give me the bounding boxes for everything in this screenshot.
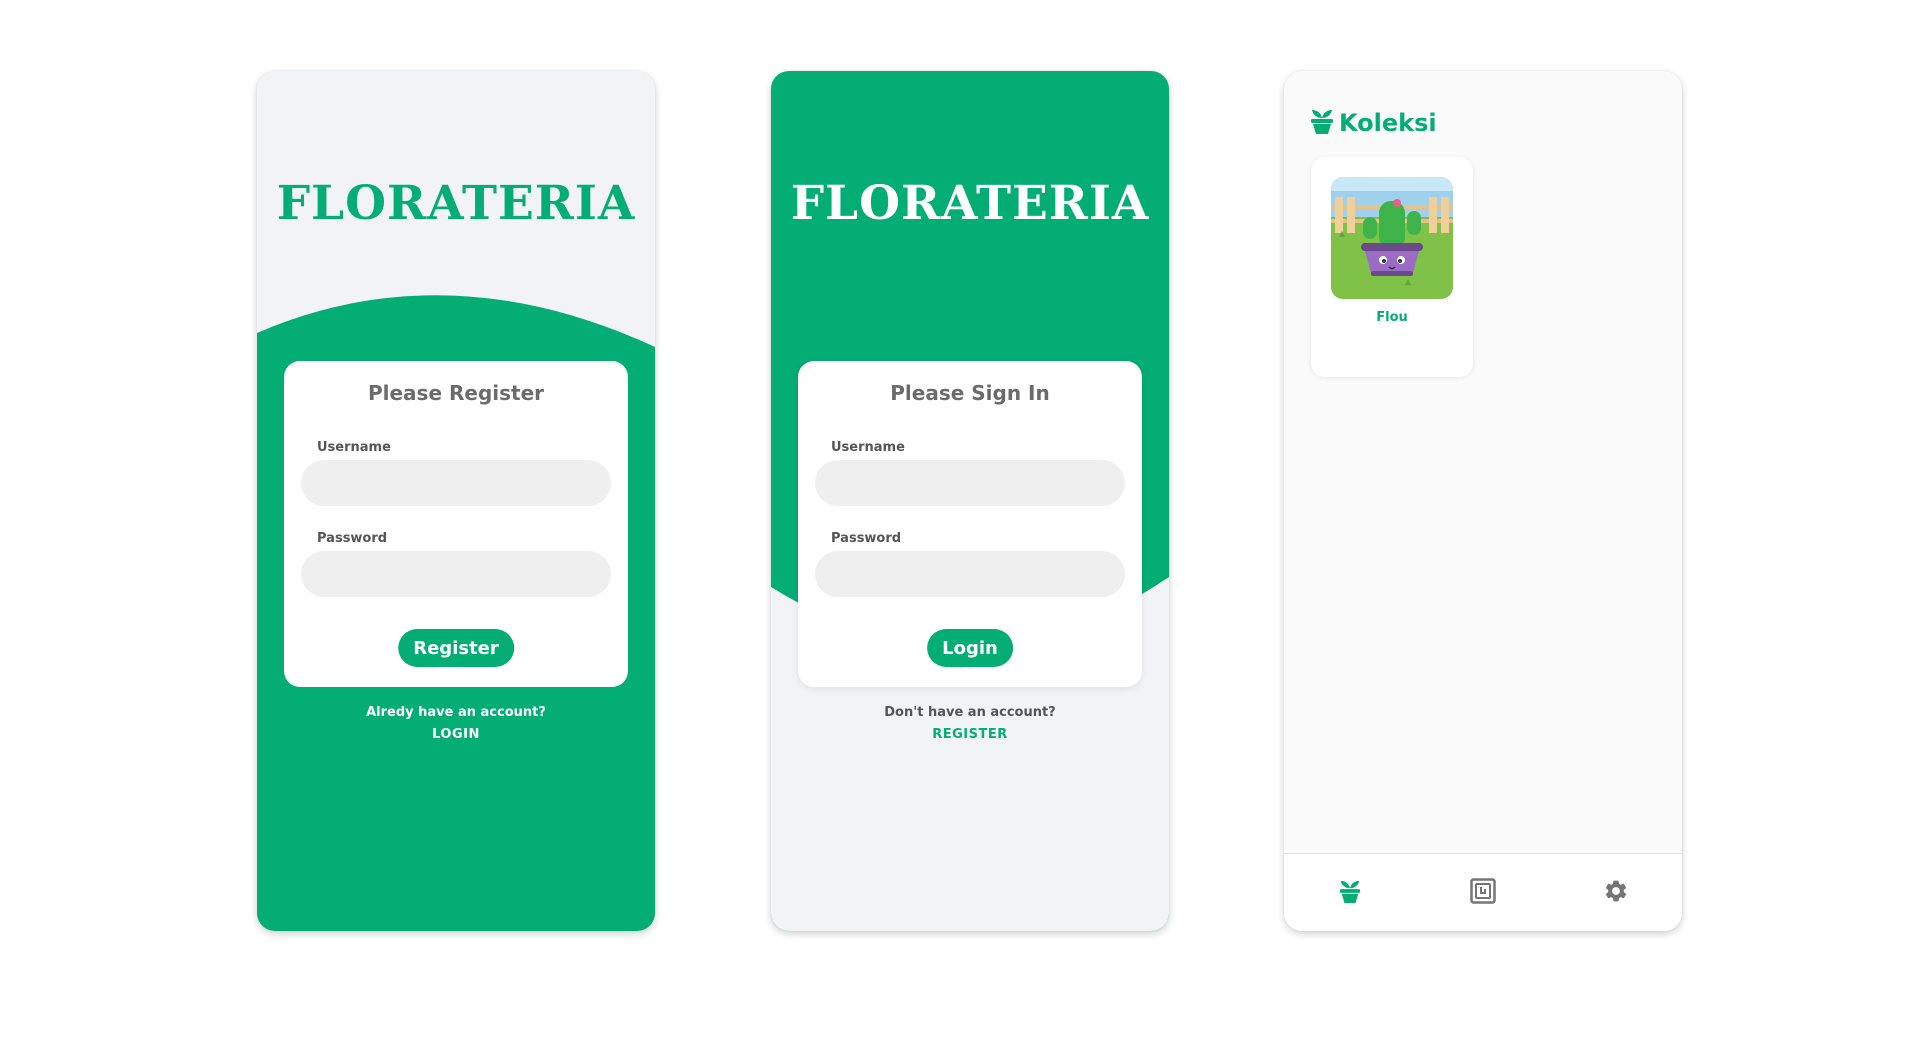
app-logo: FLORATERIA	[790, 176, 1150, 231]
app-logo: FLORATERIA	[276, 176, 636, 231]
gear-icon	[1603, 878, 1629, 908]
plant-pot-icon	[1309, 107, 1335, 139]
cactus-pot-illustration	[1331, 177, 1453, 299]
register-button[interactable]: Register	[398, 629, 514, 667]
login-button[interactable]: Login	[927, 629, 1013, 667]
nav-settings[interactable]	[1596, 873, 1636, 913]
register-form-card: Please Register Username Password Regist…	[284, 361, 628, 687]
account-prompt: Alredy have an account?	[366, 705, 546, 720]
form-title: Please Register	[367, 381, 545, 405]
password-label: Password	[317, 531, 388, 546]
bottom-nav	[1284, 853, 1682, 931]
plant-pot-icon	[1338, 878, 1362, 908]
username-label: Username	[831, 440, 905, 455]
plant-card[interactable]: Flou	[1311, 157, 1473, 377]
nav-collection[interactable]	[1330, 873, 1370, 913]
collection-title: Koleksi	[1339, 109, 1437, 137]
plant-name: Flou	[1376, 310, 1408, 325]
collection-header: Koleksi	[1309, 107, 1437, 139]
register-link[interactable]: REGISTER	[771, 727, 1169, 742]
password-input[interactable]	[815, 551, 1125, 597]
password-input[interactable]	[301, 551, 611, 597]
register-screen: FLORATERIA Please Register Username Pass…	[257, 71, 655, 931]
login-screen: FLORATERIA Please Sign In Username Passw…	[771, 71, 1169, 931]
login-link[interactable]: LOGIN	[257, 727, 655, 742]
collection-screen: Koleksi Flou	[1284, 71, 1682, 931]
nav-scan[interactable]	[1463, 873, 1503, 913]
login-form-card: Please Sign In Username Password Login	[798, 361, 1142, 687]
username-input[interactable]	[301, 460, 611, 506]
username-input[interactable]	[815, 460, 1125, 506]
username-label: Username	[317, 440, 391, 455]
account-prompt: Don't have an account?	[884, 705, 1056, 720]
password-label: Password	[831, 531, 902, 546]
scan-icon	[1470, 877, 1496, 908]
form-title: Please Sign In	[890, 381, 1050, 405]
